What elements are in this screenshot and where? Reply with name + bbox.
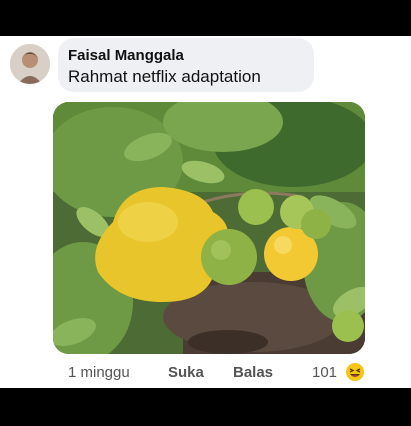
- comment-bubble: Faisal Manggala Rahmat netflix adaptatio…: [58, 38, 314, 92]
- laughing-emoji-icon[interactable]: [345, 362, 365, 382]
- fruit-tree-image: [53, 102, 365, 354]
- comment-frame: Faisal Manggala Rahmat netflix adaptatio…: [0, 36, 411, 388]
- avatar[interactable]: [10, 44, 50, 84]
- comment-photo[interactable]: [53, 102, 365, 354]
- reply-button[interactable]: Balas: [233, 364, 273, 381]
- comment-actions: 1 minggu Suka Balas 101: [68, 362, 368, 384]
- avatar-image: [10, 44, 50, 84]
- comment-time[interactable]: 1 minggu: [68, 364, 130, 381]
- comment-author[interactable]: Faisal Manggala: [68, 47, 184, 64]
- like-button[interactable]: Suka: [168, 364, 204, 381]
- reaction-count[interactable]: 101: [312, 364, 337, 381]
- comment-text: Rahmat netflix adaptation: [68, 67, 261, 86]
